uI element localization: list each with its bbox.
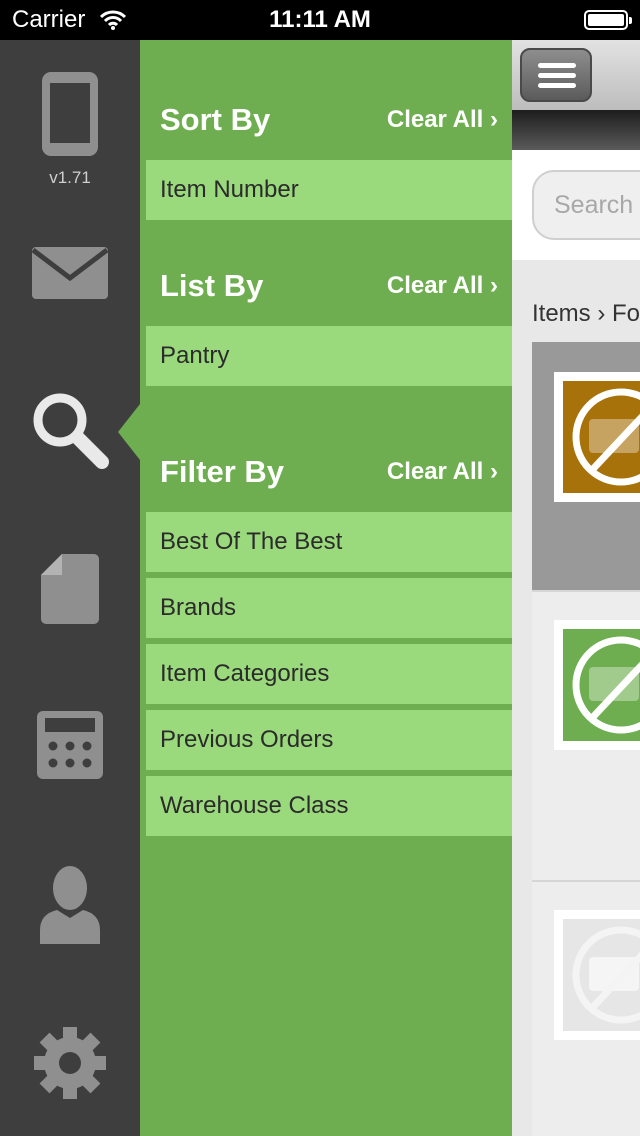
list-item[interactable] [532,592,640,882]
menu-button[interactable] [520,48,592,102]
list-by-heading: List By [160,268,264,303]
no-image-icon [572,636,640,734]
clock: 11:11 AM [269,6,371,33]
list-item[interactable] [532,882,640,1136]
status-bar: Carrier 11:11 AM [0,0,640,40]
battery-icon [584,10,632,30]
nav-bar [512,40,640,110]
mail-icon[interactable] [0,246,140,300]
sort-option-item-number[interactable]: Item Number [146,160,512,220]
gear-icon[interactable] [0,1025,140,1101]
document-icon[interactable] [0,552,140,626]
filter-option-brands[interactable]: Brands [146,578,512,638]
breadcrumb: Items › Fo [532,300,640,327]
sort-by-heading: Sort By [160,102,271,137]
filter-option-warehouse-class[interactable]: Warehouse Class [146,776,512,836]
list-clear-all-button[interactable]: Clear All › [387,272,498,300]
search-bar: Search [512,150,640,260]
tablet-icon[interactable] [0,70,140,158]
active-pointer [118,404,140,460]
main-content: Search Items › Fo [512,40,640,1136]
calculator-icon[interactable] [0,710,140,780]
list-item[interactable] [532,342,640,592]
no-image-icon [572,926,640,1024]
filter-clear-all-button[interactable]: Clear All › [387,458,498,486]
search-input[interactable]: Search [532,170,640,240]
filter-option-previous-orders[interactable]: Previous Orders [146,710,512,770]
list-option-pantry[interactable]: Pantry [146,326,512,386]
sort-clear-all-button[interactable]: Clear All › [387,106,498,134]
icon-rail: v1.71 [0,40,140,1136]
user-icon[interactable] [0,864,140,944]
filter-by-heading: Filter By [160,454,285,489]
no-image-icon [572,388,640,486]
nav-bar-shadow [512,110,640,150]
version-label: v1.71 [49,168,91,187]
item-thumbnail [554,372,640,502]
filter-option-best-of-the-best[interactable]: Best Of The Best [146,512,512,572]
item-thumbnail [554,620,640,750]
filter-option-item-categories[interactable]: Item Categories [146,644,512,704]
item-thumbnail [554,910,640,1040]
filter-panel: Sort By Clear All › Item Number List By … [140,40,512,1136]
